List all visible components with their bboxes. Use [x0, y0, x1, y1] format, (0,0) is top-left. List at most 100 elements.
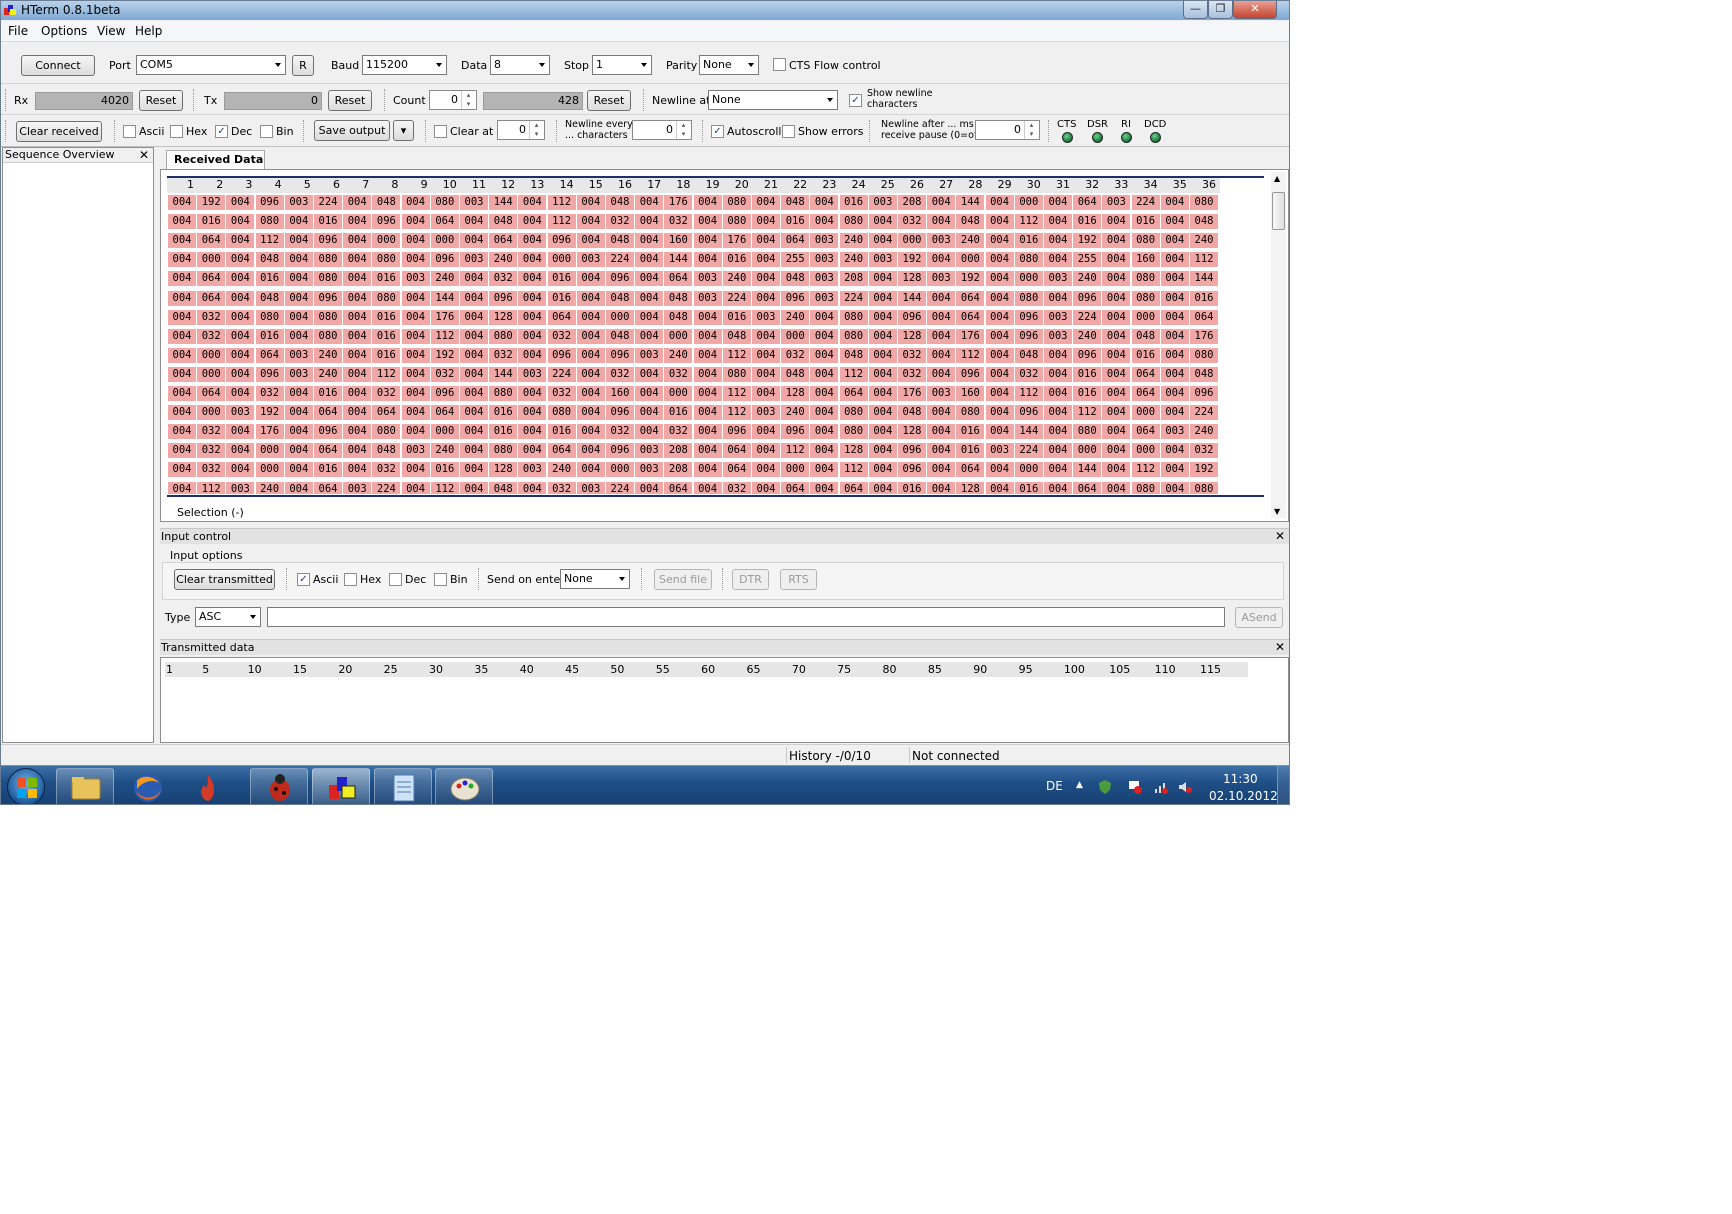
data-cell[interactable]: 004	[576, 347, 605, 363]
data-cell[interactable]: 003	[226, 481, 255, 494]
data-cell[interactable]: 004	[460, 347, 488, 363]
data-cell[interactable]: 032	[372, 386, 401, 401]
save-output-button[interactable]: Save output	[314, 120, 390, 141]
data-cell[interactable]: 080	[839, 328, 868, 344]
data-cell[interactable]: 004	[1160, 214, 1189, 230]
data-cell[interactable]: 032	[898, 347, 926, 363]
data-cell[interactable]: 000	[606, 309, 634, 325]
data-cell[interactable]: 004	[284, 443, 313, 459]
data-cell[interactable]: 032	[722, 481, 751, 494]
data-cell[interactable]: 080	[1014, 290, 1043, 306]
data-cell[interactable]: 080	[722, 366, 751, 382]
data-cell[interactable]: 016	[1014, 233, 1043, 249]
data-cell[interactable]: 064	[372, 405, 401, 421]
data-cell[interactable]: 016	[547, 271, 576, 287]
data-cell[interactable]: 004	[401, 290, 430, 306]
data-cell[interactable]: 004	[1160, 443, 1189, 459]
data-cell[interactable]: 004	[927, 462, 956, 478]
data-cell[interactable]: 096	[606, 443, 634, 459]
data-cell[interactable]: 004	[518, 424, 547, 440]
data-cell[interactable]: 064	[722, 462, 751, 478]
data-cell[interactable]: 096	[372, 214, 401, 230]
data-cell[interactable]: 004	[1102, 214, 1131, 230]
data-cell[interactable]: 208	[664, 462, 693, 478]
data-cell[interactable]: 004	[752, 271, 780, 287]
data-cell[interactable]: 240	[839, 233, 868, 249]
data-cell[interactable]: 080	[839, 214, 868, 230]
data-cell[interactable]: 004	[810, 347, 839, 363]
data-cell[interactable]: 080	[489, 443, 518, 459]
show-desktop-button[interactable]	[1277, 766, 1289, 804]
data-cell[interactable]: 004	[635, 233, 664, 249]
data-cell[interactable]: 048	[898, 405, 926, 421]
data-cell[interactable]: 004	[927, 405, 956, 421]
data-cell[interactable]: 112	[722, 386, 751, 401]
data-cell[interactable]: 160	[664, 233, 693, 249]
data-cell[interactable]: 240	[1190, 233, 1218, 249]
maximize-button[interactable]: ❐	[1208, 1, 1233, 19]
data-cell[interactable]: 003	[635, 462, 664, 478]
data-cell[interactable]: 004	[343, 271, 372, 287]
data-cell[interactable]: 048	[664, 309, 693, 325]
data-cell[interactable]: 004	[868, 309, 897, 325]
taskbar-app-flame[interactable]	[178, 768, 236, 804]
data-cell[interactable]: 004	[1160, 252, 1189, 268]
data-cell[interactable]: 004	[284, 290, 313, 306]
data-cell[interactable]: 016	[255, 328, 284, 344]
data-cell[interactable]: 016	[430, 462, 459, 478]
data-cell[interactable]: 003	[927, 386, 956, 401]
data-cell[interactable]: 004	[752, 347, 780, 363]
data-cell[interactable]: 004	[401, 347, 430, 363]
data-cell[interactable]: 176	[898, 386, 926, 401]
menu-file[interactable]: File	[8, 24, 28, 38]
data-cell[interactable]: 080	[839, 405, 868, 421]
data-cell[interactable]: 240	[722, 271, 751, 287]
data-cell[interactable]: 080	[1073, 424, 1102, 440]
data-cell[interactable]: 144	[489, 366, 518, 382]
clock-date[interactable]: 02.10.2012	[1209, 789, 1278, 803]
data-cell[interactable]: 004	[635, 386, 664, 401]
rx-reset-button[interactable]: Reset	[139, 90, 183, 111]
data-cell[interactable]: 004	[401, 462, 430, 478]
data-cell[interactable]: 003	[985, 443, 1014, 459]
data-cell[interactable]: 003	[927, 271, 956, 287]
data-cell[interactable]: 112	[1190, 252, 1218, 268]
data-cell[interactable]: 004	[168, 271, 196, 287]
data-cell[interactable]: 004	[518, 214, 547, 230]
data-cell[interactable]: 096	[1190, 386, 1218, 401]
data-cell[interactable]: 176	[722, 233, 751, 249]
data-cell[interactable]: 004	[693, 214, 722, 230]
data-cell[interactable]: 003	[752, 309, 780, 325]
data-cell[interactable]: 004	[343, 347, 372, 363]
data-cell[interactable]: 004	[226, 195, 255, 210]
data-cell[interactable]: 004	[576, 405, 605, 421]
data-cell[interactable]: 004	[1044, 214, 1072, 230]
data-cell[interactable]: 004	[343, 214, 372, 230]
data-cell[interactable]: 004	[401, 424, 430, 440]
data-cell[interactable]: 016	[314, 214, 342, 230]
data-cell[interactable]: 016	[1014, 481, 1043, 494]
data-cell[interactable]: 000	[255, 462, 284, 478]
data-cell[interactable]: 004	[1102, 424, 1131, 440]
data-cell[interactable]: 224	[372, 481, 401, 494]
data-cell[interactable]: 032	[898, 366, 926, 382]
data-cell[interactable]: 004	[1044, 481, 1072, 494]
data-cell[interactable]: 096	[722, 424, 751, 440]
data-cell[interactable]: 048	[664, 290, 693, 306]
data-cell[interactable]: 144	[956, 195, 985, 210]
data-cell[interactable]: 016	[314, 462, 342, 478]
data-cell[interactable]: 144	[664, 252, 693, 268]
data-cell[interactable]: 004	[635, 271, 664, 287]
data-cell[interactable]: 144	[430, 290, 459, 306]
data-cell[interactable]: 064	[1190, 309, 1218, 325]
data-cell[interactable]: 144	[1190, 271, 1218, 287]
data-cell[interactable]: 004	[752, 214, 780, 230]
data-cell[interactable]: 096	[1014, 405, 1043, 421]
data-cell[interactable]: 080	[255, 214, 284, 230]
data-cell[interactable]: 016	[489, 405, 518, 421]
data-cell[interactable]: 003	[576, 481, 605, 494]
data-cell[interactable]: 004	[343, 290, 372, 306]
data-cell[interactable]: 004	[226, 328, 255, 344]
data-cell[interactable]: 000	[547, 252, 576, 268]
data-cell[interactable]: 004	[518, 309, 547, 325]
